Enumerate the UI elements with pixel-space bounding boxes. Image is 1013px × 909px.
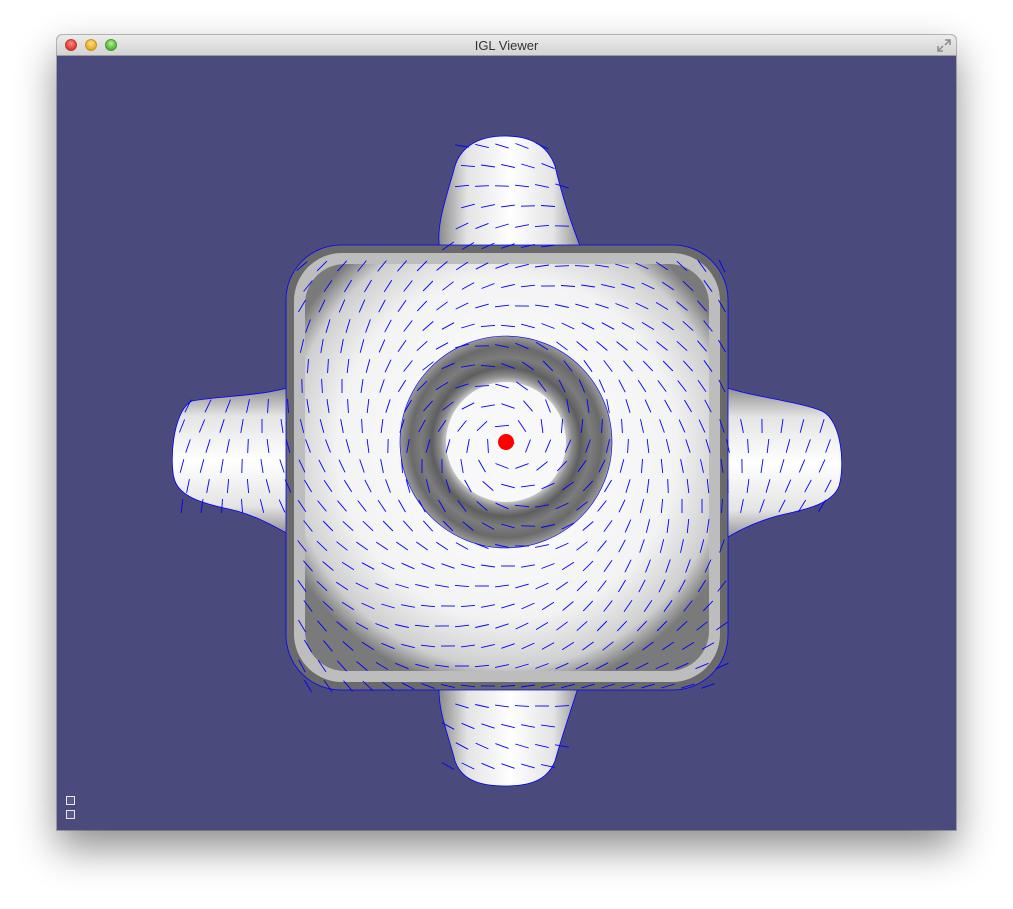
vector-glyph (455, 144, 469, 148)
mesh-arm-top (438, 135, 583, 252)
window-title: IGL Viewer (474, 38, 539, 53)
mesh-render[interactable] (57, 56, 956, 830)
viewer-menu-toggle-icon[interactable] (66, 796, 75, 805)
mesh-arm-right (721, 385, 843, 542)
vector-glyph (554, 265, 570, 267)
mesh-arm-left (171, 385, 293, 537)
vector-glyph (247, 438, 249, 454)
vector-glyph (667, 478, 669, 494)
vector-glyph (474, 185, 490, 187)
vector-glyph (701, 683, 715, 689)
selected-vertex-marker (498, 434, 514, 450)
3d-viewport[interactable] (57, 56, 956, 830)
vector-glyph (441, 762, 455, 770)
fullscreen-icon[interactable] (937, 39, 951, 52)
vector-glyph (304, 679, 312, 693)
title-bar[interactable]: IGL Viewer (57, 35, 956, 56)
vector-glyph (180, 499, 184, 513)
app-window: IGL Viewer (57, 35, 956, 830)
viewer-settings-icon[interactable] (66, 810, 75, 819)
mesh-arm-bottom (438, 675, 583, 787)
